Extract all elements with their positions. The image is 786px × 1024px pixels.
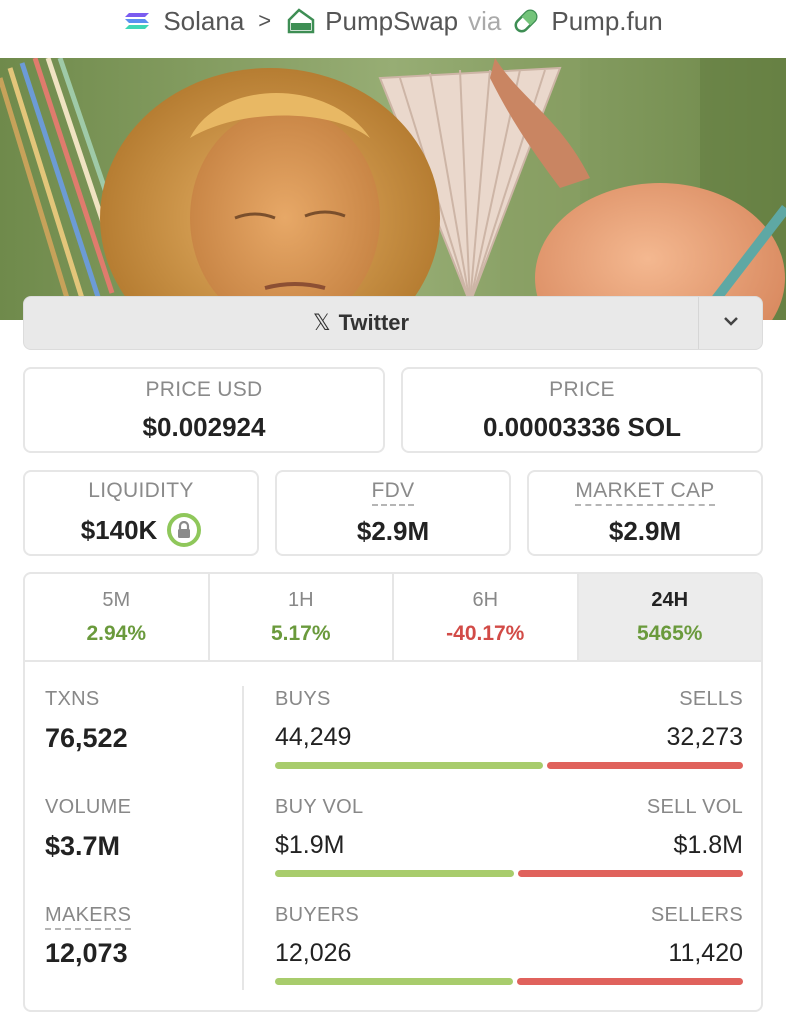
price-usd-label: PRICE USD [145,377,263,401]
launchpad-link[interactable]: Pump.fun [551,6,662,37]
liquidity-box: LIQUIDITY $140K [23,470,259,556]
tab-period-label: 5M [102,588,131,611]
chain-link[interactable]: Solana [163,6,244,37]
makers-value: 12,073 [45,938,128,968]
tab-change-value: -40.17% [446,621,525,645]
tab-1h[interactable]: 1H 5.17% [210,574,394,660]
column-divider [242,686,244,990]
sell-bar-segment [517,870,743,877]
via-text: via [468,5,502,36]
price-usd-value: $0.002924 [142,411,266,442]
dex-link[interactable]: PumpSwap [325,6,458,37]
tab-period-label: 6H [472,588,499,611]
stats-panel: TXNS 76,522 VOLUME $3.7M MAKERS 12,073 B… [25,662,761,1010]
volume-label: VOLUME [45,796,132,818]
buyers-label: BUYERS [275,904,360,926]
tab-24h[interactable]: 24H 5465% [578,574,761,660]
price-native-value: 0.00003336 SOL [482,411,682,442]
breadcrumb: Solana > PumpSwap via Pump.fun [0,0,786,42]
links-dropdown-button[interactable] [698,297,762,349]
sellers-label: SELLERS [650,904,743,926]
market-cap-box: MARKET CAP $2.9M [527,470,763,556]
buy-bar-segment [275,978,514,985]
liquidity-label: LIQUIDITY [88,479,194,502]
breadcrumb-separator: > [258,8,272,33]
tab-period-label: 24H [651,588,689,611]
chevron-down-icon [722,314,740,332]
buy-bar-segment [275,870,514,877]
market-cap-value: $2.9M [608,516,682,546]
makers-split-row: BUYERS SELLERS 12,026 11,420 [275,904,743,985]
sellers-value: 11,420 [668,939,743,967]
sell-vol-label: SELL VOL [646,796,743,818]
buys-value: 44,249 [275,723,352,751]
volume-split-row: BUY VOL SELL VOL $1.9M $1.8M [275,796,743,877]
txns-label: TXNS [45,688,100,710]
twitter-button[interactable]: 𝕏 Twitter [24,297,698,349]
price-native-box: PRICE 0.00003336 SOL [401,367,763,453]
txns-value: 76,522 [45,723,128,753]
price-native-label: PRICE [549,377,615,401]
makers-label[interactable]: MAKERS [45,904,132,930]
tab-change-value: 2.94% [86,621,147,645]
makers-ratio-bar [275,978,743,985]
txns-stat: TXNS 76,522 [45,688,128,754]
timeframe-tabs: 5M 2.94% 1H 5.17% 6H -40.17% 24H 5465% [25,574,761,662]
buys-sells-ratio-bar [275,762,743,769]
token-banner-image [0,58,786,320]
buys-sells-row: BUYS SELLS 44,249 32,273 [275,688,743,769]
x-logo-icon: 𝕏 [312,310,331,335]
pumpswap-icon [285,6,315,36]
tab-6h[interactable]: 6H -40.17% [394,574,579,660]
trading-stats-card: 5M 2.94% 1H 5.17% 6H -40.17% 24H 5465% T… [23,572,763,1012]
buy-vol-value: $1.9M [275,831,345,859]
sell-bar-segment [517,978,743,985]
sells-value: 32,273 [666,723,743,751]
fdv-value: $2.9M [356,516,430,546]
fdv-box: FDV $2.9M [275,470,511,556]
volume-value: $3.7M [45,831,121,861]
buys-label: BUYS [275,688,331,710]
buyers-value: 12,026 [275,939,352,967]
liquidity-value: $140K [80,514,158,545]
tab-5m[interactable]: 5M 2.94% [25,574,210,660]
lock-icon[interactable] [167,513,202,547]
buy-bar-segment [275,762,544,769]
market-cap-label[interactable]: MARKET CAP [575,479,715,506]
sell-vol-value: $1.8M [673,831,743,859]
fdv-label[interactable]: FDV [371,479,415,506]
twitter-label: Twitter [338,310,410,335]
buy-vol-label: BUY VOL [275,796,364,818]
pill-icon [511,6,541,36]
volume-stat: VOLUME $3.7M [45,796,131,862]
sells-label: SELLS [679,688,743,710]
tab-change-value: 5465% [637,621,703,645]
solana-icon [123,6,153,36]
makers-stat: MAKERS 12,073 [45,904,132,969]
price-usd-box: PRICE USD $0.002924 [23,367,385,453]
volume-ratio-bar [275,870,743,877]
social-links-bar: 𝕏 Twitter [23,296,763,350]
tab-period-label: 1H [287,588,314,611]
sell-bar-segment [547,762,743,769]
tab-change-value: 5.17% [270,621,331,645]
